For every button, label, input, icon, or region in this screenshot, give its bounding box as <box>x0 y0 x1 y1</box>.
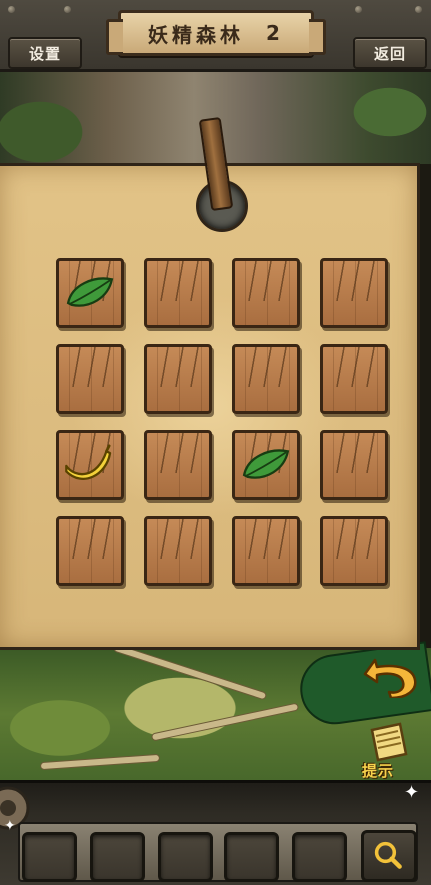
sparkle-icon: ✦ <box>404 782 420 803</box>
top-bar: 设置 妖精森林 2 返回 <box>0 0 431 72</box>
rivet-icon <box>8 6 15 13</box>
rivet-icon <box>355 6 362 13</box>
wood-tile-r1-c4[interactable] <box>320 258 388 328</box>
wood-tile-r2-c1[interactable] <box>56 344 124 414</box>
magnifier-icon <box>374 841 402 869</box>
wood-tile-r4-c1[interactable] <box>56 516 124 586</box>
vine-root <box>150 702 300 742</box>
wood-tile-r3-c4[interactable] <box>320 430 388 500</box>
inventory-rail <box>18 822 418 882</box>
wood-tile-r2-c2[interactable] <box>144 344 212 414</box>
inventory-slot-4[interactable] <box>224 832 279 882</box>
banana-icon <box>65 444 112 480</box>
inventory-slot-5[interactable] <box>292 832 347 882</box>
back-label: 返回 <box>373 44 406 63</box>
inventory-slot-1[interactable] <box>22 832 77 882</box>
leaf-icon <box>242 449 290 479</box>
leaf-icon <box>66 277 114 307</box>
rivet-icon <box>64 6 71 13</box>
vine-root <box>112 643 268 701</box>
wood-tile-r1-c3[interactable] <box>232 258 300 328</box>
wood-tile-r1-c1[interactable] <box>56 258 124 328</box>
settings-button[interactable]: 设置 <box>8 37 82 69</box>
level-title-plate: 妖精森林 2 <box>106 10 326 56</box>
inventory-slot-3[interactable] <box>158 832 213 882</box>
wood-tile-r3-c1[interactable] <box>56 430 124 500</box>
settings-label: 设置 <box>28 44 61 63</box>
level-title: 妖精森林 <box>148 22 245 47</box>
magnifier-button[interactable] <box>361 830 417 882</box>
wood-tile-r4-c3[interactable] <box>232 516 300 586</box>
inventory-slot-2[interactable] <box>90 832 145 882</box>
wood-tile-r2-c4[interactable] <box>320 344 388 414</box>
wood-tile-r4-c4[interactable] <box>320 516 388 586</box>
curved-arrow-icon[interactable] <box>363 652 419 698</box>
wood-tile-r2-c3[interactable] <box>232 344 300 414</box>
wood-tile-r1-c2[interactable] <box>144 258 212 328</box>
hint-button[interactable]: 提示 <box>362 760 394 781</box>
wood-tile-r4-c2[interactable] <box>144 516 212 586</box>
wood-tile-r3-c2[interactable] <box>144 430 212 500</box>
rivet-icon <box>415 6 422 13</box>
vine-root <box>39 753 161 771</box>
level-number: 2 <box>266 21 284 45</box>
sparkle-icon: ✦ <box>4 818 16 834</box>
back-button[interactable]: 返回 <box>353 37 427 69</box>
wood-tile-r3-c3[interactable] <box>232 430 300 500</box>
